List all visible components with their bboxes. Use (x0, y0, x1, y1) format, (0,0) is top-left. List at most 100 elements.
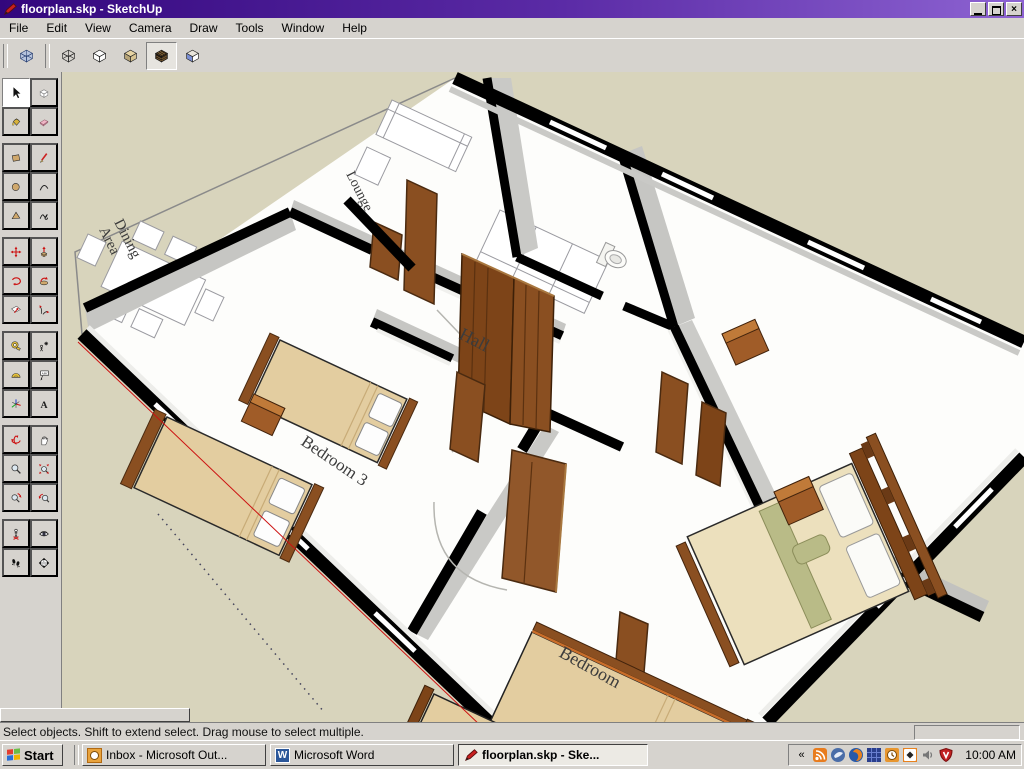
eraser-tool-button[interactable] (30, 107, 58, 136)
freehand-icon (38, 205, 50, 227)
offset-icon (10, 299, 22, 321)
move-tool-button[interactable] (2, 237, 30, 266)
master-door-2[interactable] (696, 402, 726, 486)
menu-tools[interactable]: Tools (227, 19, 273, 37)
antivirus-shield-icon[interactable] (938, 748, 953, 763)
tape-measure-icon (10, 335, 22, 357)
desktop: { "window": { "title": "floorplan.skp - … (0, 0, 1024, 768)
menu-draw[interactable]: Draw (181, 19, 227, 37)
section-plane-icon: C A-5 (38, 552, 50, 574)
clock[interactable]: 10:00 AM (965, 748, 1016, 762)
protractor-tool-button[interactable] (2, 360, 30, 389)
menu-window[interactable]: Window (273, 19, 334, 37)
minimize-button[interactable] (970, 2, 986, 16)
scale-tool-button[interactable] (30, 295, 58, 324)
text-tool-button[interactable]: ABC (30, 360, 58, 389)
drawing-viewport[interactable]: Dining Area Lounge Hall Bedroom 3 Bedroo… (62, 72, 1024, 722)
follow-me-tool-button[interactable] (30, 266, 58, 295)
svg-text:A: A (40, 399, 47, 410)
polygon-tool-button[interactable] (2, 201, 30, 230)
3d-text-tool-button[interactable]: A (30, 389, 58, 418)
monochrome-mode-button[interactable] (177, 42, 208, 70)
hidden-line-cube-icon (91, 44, 108, 68)
shaded-mode-button[interactable] (115, 42, 146, 70)
task-label: floorplan.skp - Ske... (482, 748, 599, 762)
task-label: Inbox - Microsoft Out... (106, 748, 227, 762)
status-message: Select objects. Shift to extend select. … (0, 725, 364, 739)
launcher-diamond-icon[interactable] (902, 748, 917, 763)
task-button-outlook[interactable]: Inbox - Microsoft Out... (82, 744, 266, 766)
select-arrow-icon (9, 82, 23, 104)
section-plane-tool-button[interactable]: C A-5 (30, 548, 58, 577)
menu-file[interactable]: File (0, 19, 37, 37)
menu-camera[interactable]: Camera (120, 19, 181, 37)
alarm-clock-icon[interactable] (884, 748, 899, 763)
make-component-tool-button[interactable] (30, 78, 58, 107)
push-pull-tool-button[interactable] (30, 237, 58, 266)
position-camera-tool-button[interactable] (2, 519, 30, 548)
walk-tool-button[interactable] (2, 548, 30, 577)
render-style-toolbar (0, 39, 1024, 73)
text-abc-icon: ABC (38, 364, 50, 386)
tray-overflow-chevron[interactable]: « (794, 748, 809, 763)
dimension-tool-button[interactable] (30, 331, 58, 360)
restore-button[interactable] (988, 2, 1004, 16)
select-tool-button[interactable] (2, 78, 30, 107)
rotate-tool-button[interactable] (2, 266, 30, 295)
pan-tool-button[interactable] (30, 425, 58, 454)
bathroom-door[interactable] (404, 180, 437, 304)
rotate-icon (10, 270, 22, 292)
zoom-extents-tool-button[interactable] (2, 483, 30, 512)
bedroom1-door[interactable] (502, 450, 566, 592)
pencil-icon (38, 147, 50, 169)
arc-tool-button[interactable] (30, 172, 58, 201)
firefox-icon[interactable] (848, 748, 863, 763)
zoom-previous-tool-button[interactable] (30, 483, 58, 512)
word-icon: W (275, 748, 290, 763)
start-button[interactable]: Start (2, 744, 63, 766)
svg-text:C: C (43, 559, 45, 563)
axes-tool-button[interactable] (2, 389, 30, 418)
volume-icon[interactable] (920, 748, 935, 763)
zoom-window-tool-button[interactable] (30, 454, 58, 483)
paint-bucket-tool-button[interactable] (2, 107, 30, 136)
move-arrows-icon (10, 241, 22, 263)
monochrome-cube-icon (184, 44, 201, 68)
shaded-with-textures-mode-button[interactable] (146, 42, 177, 70)
svg-text:A-5: A-5 (42, 563, 47, 566)
orbit-tool-button[interactable] (2, 425, 30, 454)
bedroom3-door[interactable] (450, 372, 485, 462)
xray-mode-button[interactable] (11, 42, 42, 70)
textured-cube-icon (153, 44, 170, 68)
eraser-icon (38, 111, 50, 133)
zoom-previous-icon (38, 487, 50, 509)
thunderbird-icon[interactable] (830, 748, 845, 763)
rss-icon[interactable] (812, 748, 827, 763)
hidden-line-mode-button[interactable] (84, 42, 115, 70)
measurements-box[interactable] (914, 725, 1020, 740)
task-button-word[interactable]: W Microsoft Word (270, 744, 454, 766)
remote-desktop-icon[interactable] (866, 748, 881, 763)
zoom-tool-button[interactable] (2, 454, 30, 483)
circle-tool-button[interactable] (2, 172, 30, 201)
freehand-tool-button[interactable] (30, 201, 58, 230)
line-tool-button[interactable] (30, 143, 58, 172)
component-box-icon (38, 82, 50, 104)
close-button[interactable]: × (1006, 2, 1022, 16)
menu-edit[interactable]: Edit (37, 19, 76, 37)
master-door-1[interactable] (656, 372, 688, 464)
menu-help[interactable]: Help (333, 19, 376, 37)
menu-bar: File Edit View Camera Draw Tools Window … (0, 18, 1024, 39)
menu-view[interactable]: View (76, 19, 120, 37)
wireframe-mode-button[interactable] (53, 42, 84, 70)
tape-measure-tool-button[interactable] (2, 331, 30, 360)
xray-cube-icon (18, 44, 35, 68)
title-bar[interactable]: floorplan.skp - SketchUp × (0, 0, 1024, 18)
circle-icon (10, 176, 22, 198)
taskbar-separator (74, 745, 79, 765)
look-around-tool-button[interactable] (30, 519, 58, 548)
task-button-sketchup[interactable]: floorplan.skp - Ske... (458, 744, 648, 766)
offset-tool-button[interactable] (2, 295, 30, 324)
zoom-extents-icon (10, 487, 22, 509)
rectangle-tool-button[interactable] (2, 143, 30, 172)
